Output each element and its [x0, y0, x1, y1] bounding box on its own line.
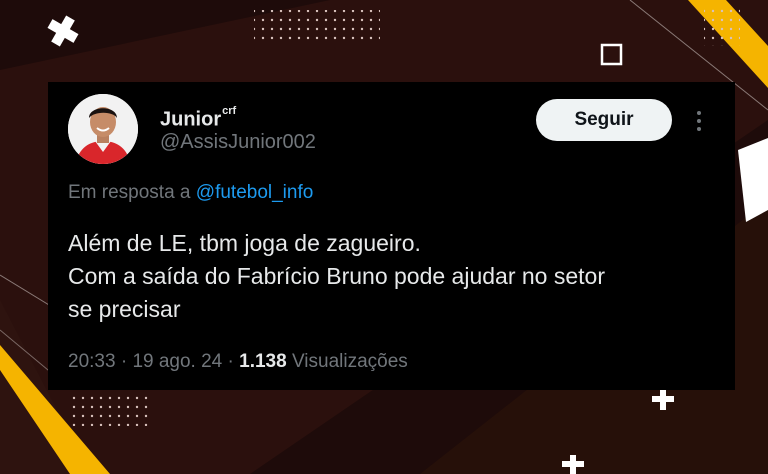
dot-grid-right — [704, 6, 740, 46]
dot-grid-top — [254, 10, 380, 40]
reply-prefix: Em resposta a — [68, 182, 191, 203]
reply-context: Em resposta a @futebol_info — [68, 181, 313, 205]
meta-separator: · — [227, 351, 234, 372]
more-options-icon[interactable] — [688, 106, 710, 136]
tweet-text-line: Com a saída do Fabrício Bruno pode ajuda… — [68, 263, 605, 289]
follow-button[interactable]: Seguir — [536, 99, 672, 141]
tweet-date[interactable]: 19 ago. 24 — [132, 351, 222, 372]
tweet-time[interactable]: 20:33 — [68, 351, 116, 372]
author-badge: crf — [222, 105, 237, 117]
dot-grid-bottom — [72, 394, 152, 426]
avatar[interactable] — [68, 94, 138, 164]
author-name: Junior — [160, 108, 222, 131]
author-handle[interactable]: @AssisJunior002 — [160, 130, 316, 154]
tweet-metadata: 20:33 · 19 ago. 24 · 1.138 Visualizações — [68, 350, 408, 374]
tweet-card: Juniorcrf @AssisJunior002 Seguir Em resp… — [48, 82, 735, 390]
meta-separator: · — [120, 351, 128, 372]
tweet-text: Além de LE, tbm joga de zagueiro. Com a … — [68, 227, 718, 326]
views-label: Visualizações — [291, 351, 408, 372]
tweet-text-line: Além de LE, tbm joga de zagueiro. — [68, 230, 421, 256]
display-name[interactable]: Juniorcrf — [160, 103, 236, 132]
white-shape-right — [738, 138, 768, 222]
reply-mention-link[interactable]: @futebol_info — [196, 182, 314, 203]
avatar-photo — [68, 94, 138, 164]
views-count: 1.138 — [239, 351, 287, 372]
tweet-text-line: se precisar — [68, 296, 181, 322]
